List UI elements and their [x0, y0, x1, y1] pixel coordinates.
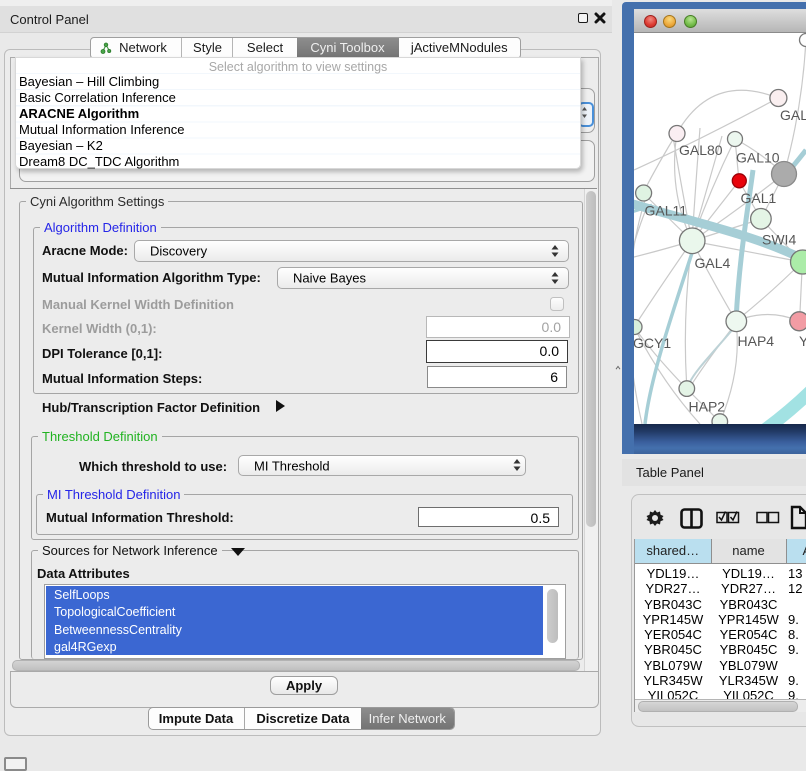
- svg-text:HAP2: HAP2: [689, 399, 726, 415]
- svg-text:GAL1: GAL1: [741, 190, 777, 206]
- svg-text:GAL4: GAL4: [695, 255, 731, 271]
- svg-text:GAL10: GAL10: [736, 150, 780, 166]
- svg-text:GAL7: GAL7: [780, 107, 806, 123]
- svg-text:GAL80: GAL80: [679, 142, 723, 158]
- svg-text:SWI4: SWI4: [762, 232, 796, 248]
- svg-text:GCY1: GCY1: [634, 335, 671, 351]
- svg-text:YD: YD: [799, 333, 806, 349]
- svg-text:GAL11: GAL11: [645, 203, 688, 219]
- svg-text:HAP4: HAP4: [738, 333, 775, 349]
